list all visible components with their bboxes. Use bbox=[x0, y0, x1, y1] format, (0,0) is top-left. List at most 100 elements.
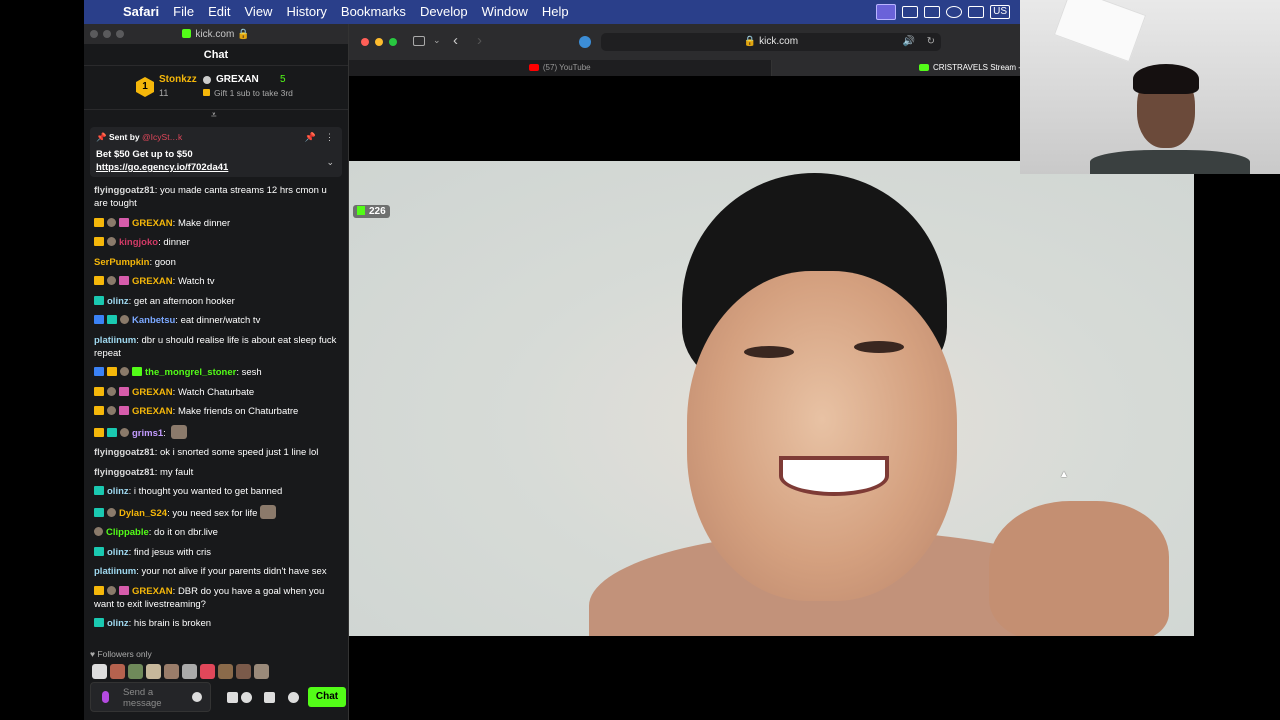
store-icon[interactable] bbox=[264, 692, 275, 703]
chat-username[interactable]: the_mongrel_stoner bbox=[145, 367, 236, 378]
menu-app-name[interactable]: Safari bbox=[116, 0, 166, 24]
emoji-picker-icon[interactable] bbox=[192, 692, 202, 702]
chat-username[interactable]: olinz bbox=[107, 296, 129, 307]
menu-file[interactable]: File bbox=[166, 0, 201, 24]
chat-username[interactable]: olinz bbox=[107, 486, 129, 497]
crown-badge-icon[interactable] bbox=[94, 237, 104, 246]
extension-icon[interactable] bbox=[579, 36, 591, 48]
monitor-icon[interactable] bbox=[968, 6, 985, 18]
chat-username[interactable]: Clippable bbox=[106, 527, 149, 538]
sub-badge-icon[interactable] bbox=[107, 427, 117, 437]
chat-username[interactable]: GREXAN bbox=[132, 276, 173, 287]
pinned-message[interactable]: 📌 Sent by @IcySt…k 📌 ⋮ Bet $50 Get up to… bbox=[90, 127, 342, 177]
menu-view[interactable]: View bbox=[238, 0, 280, 24]
emote-8[interactable] bbox=[218, 664, 233, 679]
menu-develop[interactable]: Develop bbox=[413, 0, 475, 24]
avatar-badge-icon[interactable] bbox=[107, 406, 116, 415]
avatar-badge-icon[interactable] bbox=[120, 367, 129, 376]
verified-badge-icon[interactable] bbox=[94, 315, 104, 324]
gift-badge-icon[interactable] bbox=[119, 386, 129, 396]
gift-badge-icon[interactable] bbox=[119, 276, 129, 285]
emote-7[interactable] bbox=[200, 664, 215, 679]
close-window-button[interactable] bbox=[361, 38, 369, 46]
menu-window[interactable]: Window bbox=[475, 0, 535, 24]
speaker-icon[interactable]: 🔊 bbox=[903, 33, 915, 51]
avatar-badge-icon[interactable] bbox=[107, 237, 116, 246]
crown-badge-icon[interactable] bbox=[107, 367, 117, 376]
sidebar-toggle-icon[interactable] bbox=[413, 36, 425, 46]
crown-badge-icon[interactable] bbox=[94, 276, 104, 285]
pinned-link[interactable]: https://go.egency.io/f702da41 bbox=[96, 162, 336, 173]
gift-leaderboard[interactable]: 1 Stonkzz 11 GREXAN 5 Gift 1 sub to take… bbox=[84, 66, 348, 110]
chat-username[interactable]: flyinggoatz81 bbox=[94, 447, 155, 458]
input-source-badge[interactable]: US bbox=[990, 5, 1010, 19]
sidebar-menu-chevron-icon[interactable]: ⌄ bbox=[433, 35, 441, 46]
menu-history[interactable]: History bbox=[279, 0, 333, 24]
avatar-badge-icon[interactable] bbox=[107, 386, 116, 396]
emote-10[interactable] bbox=[254, 664, 269, 679]
avatar-badge-icon[interactable] bbox=[107, 276, 116, 285]
screen-record-icon[interactable] bbox=[876, 4, 897, 20]
chat-username[interactable]: Dylan_S24 bbox=[119, 508, 167, 519]
avatar-badge-icon[interactable] bbox=[94, 527, 103, 536]
chat-username[interactable]: SerPumpkin bbox=[94, 257, 149, 268]
gift-badge-icon[interactable] bbox=[119, 585, 129, 595]
emote-9[interactable] bbox=[236, 664, 251, 679]
stream-video-player[interactable]: 226 ▲ bbox=[349, 161, 1194, 636]
chat-message-input[interactable]: Send a message bbox=[90, 682, 211, 712]
sub-badge-icon[interactable] bbox=[94, 618, 104, 627]
chevron-down-icon[interactable]: ⌄ bbox=[326, 157, 334, 168]
sub-badge-icon[interactable] bbox=[94, 546, 104, 556]
chat-username[interactable]: platiinum bbox=[94, 566, 136, 577]
group-icon[interactable] bbox=[227, 692, 238, 703]
verified-badge-icon[interactable] bbox=[94, 367, 104, 376]
emote-3[interactable] bbox=[128, 664, 143, 679]
chat-username[interactable]: olinz bbox=[107, 618, 129, 629]
chat-username[interactable]: Kanbetsu bbox=[132, 315, 175, 326]
sub-badge-icon[interactable] bbox=[94, 507, 104, 517]
emote-5[interactable] bbox=[164, 664, 179, 679]
chat-username[interactable]: flyinggoatz81 bbox=[94, 185, 155, 196]
chat-username[interactable]: GREXAN bbox=[132, 586, 173, 597]
shield-icon[interactable] bbox=[902, 6, 919, 18]
emote-4[interactable] bbox=[146, 664, 161, 679]
gift-badge-icon[interactable] bbox=[119, 217, 129, 227]
back-arrow-icon[interactable]: ‹ bbox=[453, 32, 458, 49]
microphone-icon[interactable] bbox=[102, 691, 109, 703]
settings-gear-icon[interactable] bbox=[288, 692, 299, 703]
avatar-badge-icon[interactable] bbox=[120, 427, 129, 437]
menu-bookmarks[interactable]: Bookmarks bbox=[334, 0, 413, 24]
crown-badge-icon[interactable] bbox=[94, 585, 104, 595]
emote-skull[interactable] bbox=[92, 664, 107, 679]
avatar-badge-icon[interactable] bbox=[107, 507, 116, 517]
zoom-window-button[interactable] bbox=[389, 38, 397, 46]
menu-help[interactable]: Help bbox=[535, 0, 576, 24]
crown-badge-icon[interactable] bbox=[94, 217, 104, 227]
chat-username[interactable]: kingjoko bbox=[119, 237, 158, 248]
emote-2[interactable] bbox=[110, 664, 125, 679]
chat-username[interactable]: grims1 bbox=[132, 428, 163, 439]
chat-username[interactable]: GREXAN bbox=[132, 387, 173, 398]
minimize-window-button[interactable] bbox=[375, 38, 383, 46]
gift-badge-icon[interactable] bbox=[119, 406, 129, 415]
sent-by-user[interactable]: @IcySt…k bbox=[142, 132, 182, 142]
more-options-icon[interactable]: ⋮ bbox=[325, 132, 334, 143]
crown-badge-icon[interactable] bbox=[94, 386, 104, 396]
avatar-badge-icon[interactable] bbox=[107, 585, 116, 595]
emote-6[interactable] bbox=[182, 664, 197, 679]
crown-badge-icon[interactable] bbox=[94, 427, 104, 437]
chat-username[interactable]: GREXAN bbox=[132, 218, 173, 229]
chat-username[interactable]: flyinggoatz81 bbox=[94, 467, 155, 478]
chat-username[interactable]: olinz bbox=[107, 547, 129, 558]
chat-username[interactable]: GREXAN bbox=[132, 406, 173, 417]
avatar-badge-icon[interactable] bbox=[120, 315, 129, 324]
avatar-badge-icon[interactable] bbox=[107, 217, 116, 227]
chat-username[interactable]: platiinum bbox=[94, 335, 136, 346]
reload-icon[interactable]: ↻ bbox=[927, 33, 935, 51]
green-badge-icon[interactable] bbox=[132, 367, 142, 376]
pin-icon[interactable]: 📌 bbox=[305, 132, 316, 143]
chat-send-button[interactable]: Chat bbox=[308, 687, 346, 707]
forward-arrow-icon[interactable]: › bbox=[477, 32, 482, 49]
tab-youtube[interactable]: (57) YouTube bbox=[349, 60, 772, 76]
play-icon[interactable] bbox=[946, 6, 963, 18]
